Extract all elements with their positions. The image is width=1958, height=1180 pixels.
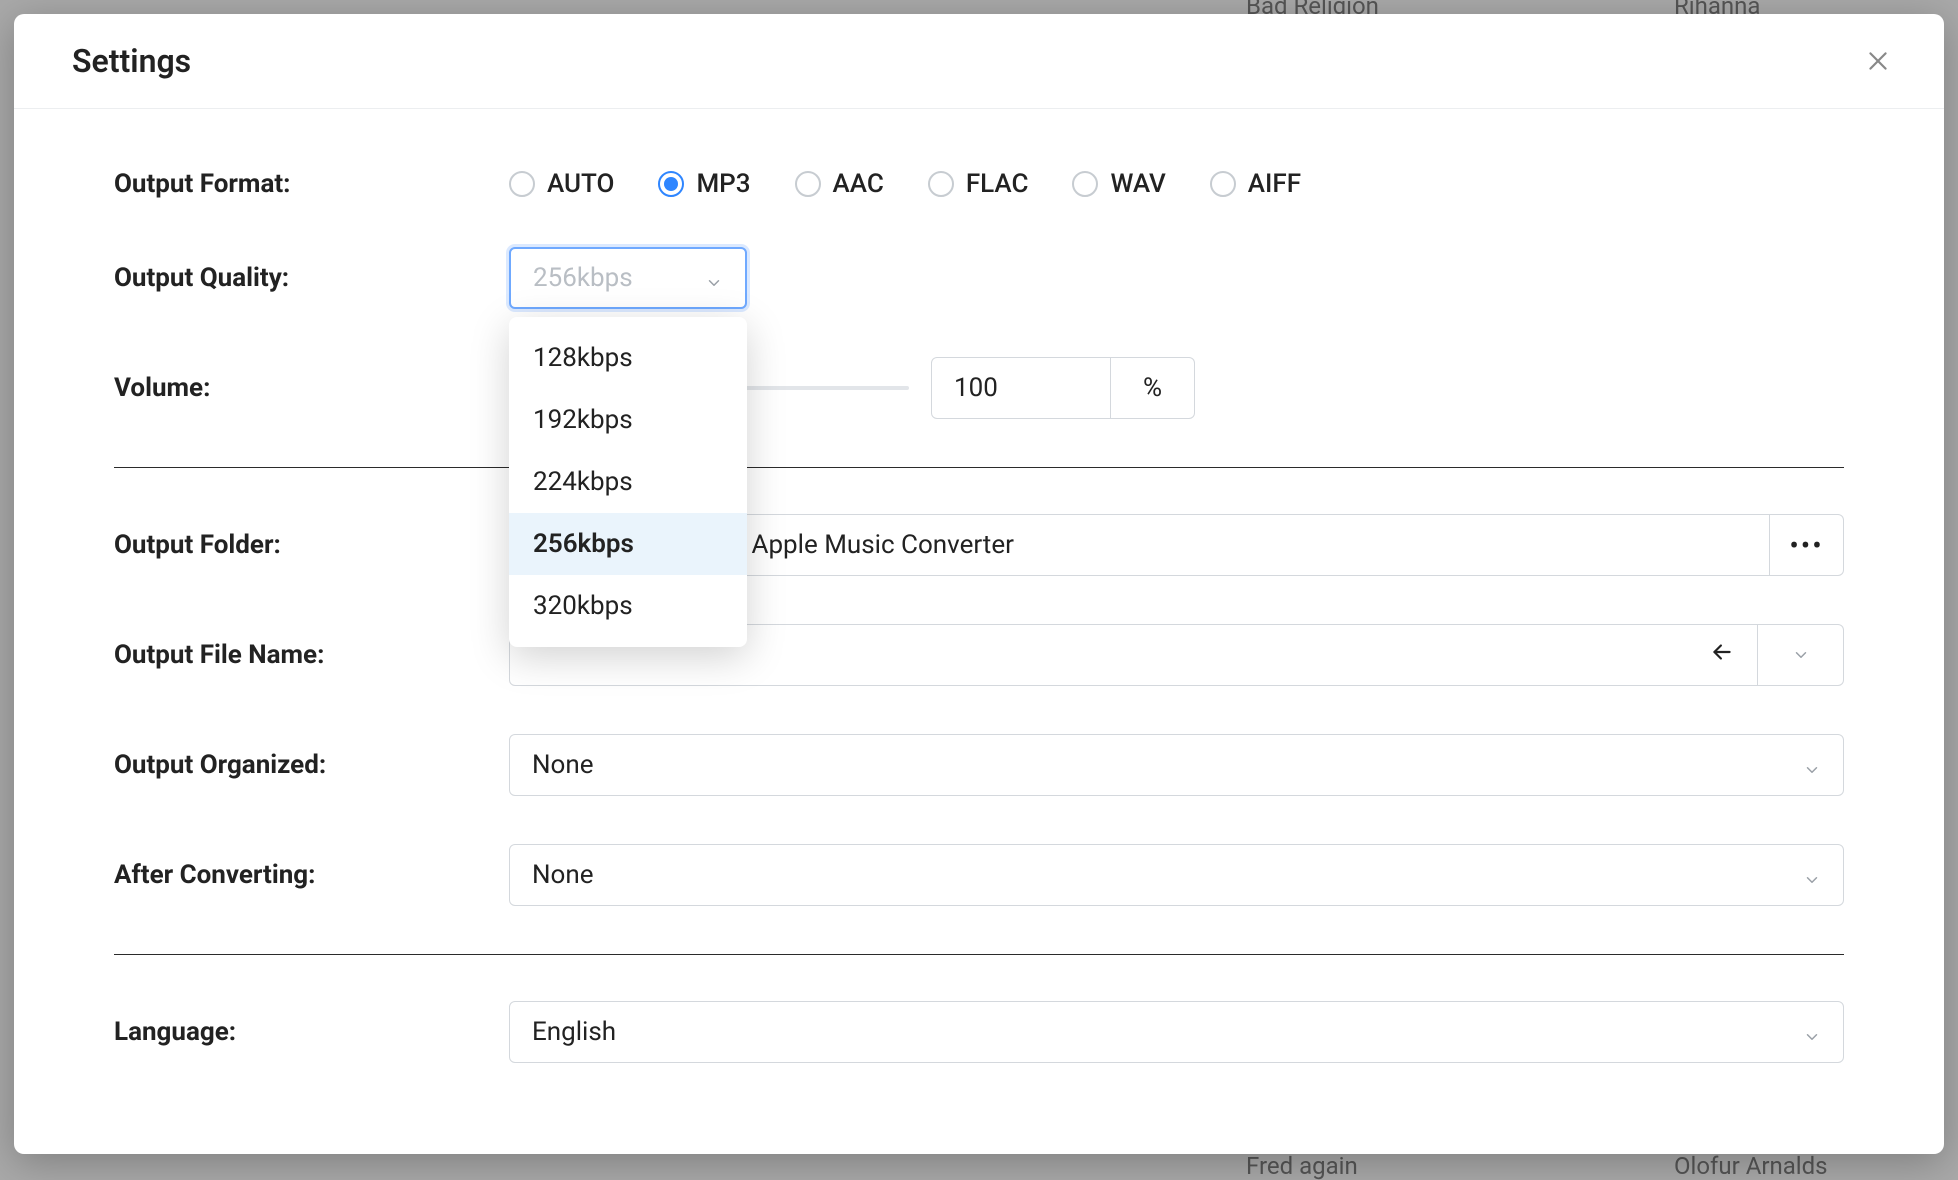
after-converting-value: None	[532, 860, 594, 890]
radio-circle-icon	[1072, 171, 1098, 197]
output-organized-controls: None	[509, 734, 1844, 796]
modal-title: Settings	[72, 42, 191, 80]
radio-label-aac: AAC	[833, 169, 884, 199]
quality-option-224[interactable]: 224kbps	[509, 451, 747, 513]
radio-flac[interactable]: FLAC	[928, 169, 1029, 199]
output-quality-value: 256kbps	[533, 263, 633, 293]
file-name-template-button[interactable]	[1758, 624, 1844, 686]
radio-wav[interactable]: WAV	[1072, 169, 1165, 199]
browse-folder-button[interactable]: •••	[1770, 514, 1844, 576]
radio-circle-icon	[928, 171, 954, 197]
ellipsis-icon: •••	[1789, 529, 1823, 562]
modal-body: Output Format: AUTO MP3 AAC	[14, 109, 1944, 1154]
radio-label-aiff: AIFF	[1248, 169, 1301, 199]
radio-aac[interactable]: AAC	[795, 169, 884, 199]
label-output-organized: Output Organized:	[114, 750, 509, 780]
radio-label-flac: FLAC	[966, 169, 1029, 199]
output-quality-select[interactable]: 256kbps	[509, 247, 747, 309]
radio-circle-icon	[1210, 171, 1236, 197]
row-language: Language: English	[114, 1001, 1844, 1063]
quality-option-128[interactable]: 128kbps	[509, 327, 747, 389]
row-volume: Volume: %	[114, 357, 1844, 419]
row-output-file-name: Output File Name:	[114, 624, 1844, 686]
label-after-converting: After Converting:	[114, 860, 509, 890]
language-select[interactable]: English	[509, 1001, 1844, 1063]
radio-aiff[interactable]: AIFF	[1210, 169, 1301, 199]
chevron-down-icon	[705, 269, 723, 287]
radio-label-wav: WAV	[1110, 169, 1165, 199]
row-output-quality: Output Quality: 256kbps 128kbps 192kbps …	[114, 247, 1844, 309]
chevron-down-icon	[1792, 646, 1810, 664]
quality-option-192[interactable]: 192kbps	[509, 389, 747, 451]
close-icon	[1865, 48, 1891, 74]
radio-mp3[interactable]: MP3	[658, 169, 750, 199]
radio-label-mp3: MP3	[696, 169, 750, 199]
quality-option-256[interactable]: 256kbps	[509, 513, 747, 575]
output-organized-value: None	[532, 750, 594, 780]
volume-input[interactable]	[931, 357, 1111, 419]
row-after-converting: After Converting: None	[114, 844, 1844, 906]
language-controls: English	[509, 1001, 1844, 1063]
modal-header: Settings	[14, 14, 1944, 109]
close-button[interactable]	[1860, 43, 1896, 79]
radio-circle-icon	[795, 171, 821, 197]
after-converting-controls: None	[509, 844, 1844, 906]
after-converting-select[interactable]: None	[509, 844, 1844, 906]
output-organized-select[interactable]: None	[509, 734, 1844, 796]
chevron-down-icon	[1803, 1023, 1821, 1041]
label-output-file-name: Output File Name:	[114, 640, 509, 670]
radio-circle-icon	[509, 171, 535, 197]
row-output-organized: Output Organized: None	[114, 734, 1844, 796]
label-volume: Volume:	[114, 373, 509, 403]
volume-unit: %	[1111, 357, 1195, 419]
quality-option-320[interactable]: 320kbps	[509, 575, 747, 637]
label-output-format: Output Format:	[114, 169, 509, 199]
arrow-left-icon	[1709, 639, 1735, 672]
output-quality-controls: 256kbps 128kbps 192kbps 224kbps 256kbps …	[509, 247, 1844, 309]
output-quality-dropdown: 128kbps 192kbps 224kbps 256kbps 320kbps	[509, 317, 747, 647]
language-value: English	[532, 1017, 616, 1047]
label-language: Language:	[114, 1017, 509, 1047]
label-output-folder: Output Folder:	[114, 530, 509, 560]
output-format-radio-group: AUTO MP3 AAC FLAC	[509, 169, 1301, 199]
label-output-quality: Output Quality:	[114, 263, 509, 293]
radio-auto[interactable]: AUTO	[509, 169, 614, 199]
settings-modal: Settings Output Format: AUTO MP3	[14, 14, 1944, 1154]
bg-artist-3: Fred again	[1246, 1152, 1358, 1180]
row-output-format: Output Format: AUTO MP3 AAC	[114, 169, 1844, 199]
radio-circle-icon	[658, 171, 684, 197]
radio-label-auto: AUTO	[547, 169, 614, 199]
output-format-controls: AUTO MP3 AAC FLAC	[509, 169, 1844, 199]
chevron-down-icon	[1803, 756, 1821, 774]
chevron-down-icon	[1803, 866, 1821, 884]
bg-artist-4: Olofur Arnalds	[1674, 1152, 1828, 1180]
divider-2	[114, 954, 1844, 955]
divider-1	[114, 467, 1844, 468]
row-output-folder: Output Folder: cuments/Ukeysoft Apple Mu…	[114, 514, 1844, 576]
